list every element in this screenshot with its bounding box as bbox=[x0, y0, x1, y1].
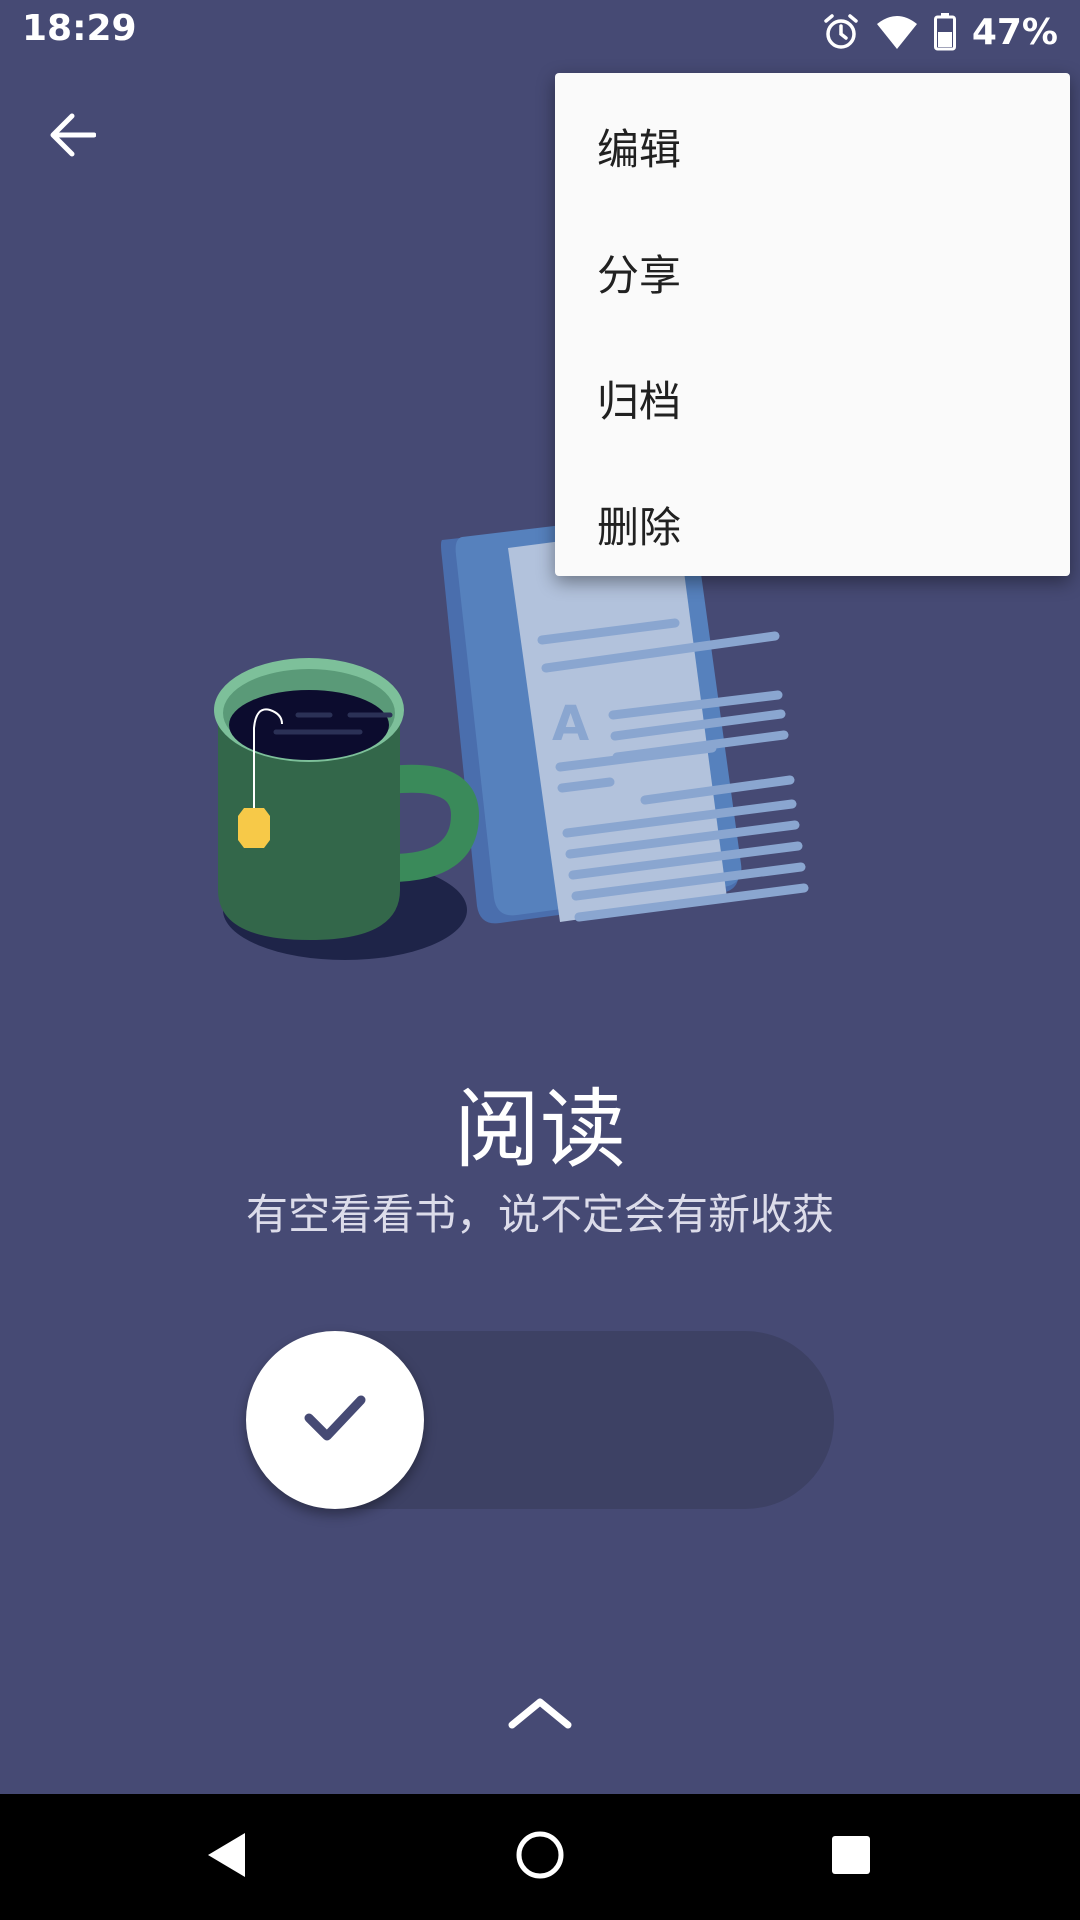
status-icons: 47% bbox=[822, 8, 1058, 56]
menu-item-share[interactable]: 分享 bbox=[555, 209, 1070, 335]
reading-illustration: A bbox=[190, 510, 930, 1070]
home-circle-icon bbox=[515, 1830, 565, 1884]
menu-item-edit[interactable]: 编辑 bbox=[555, 83, 1070, 209]
nav-back-button[interactable] bbox=[186, 1822, 266, 1892]
back-button[interactable] bbox=[30, 95, 114, 179]
navigation-bar bbox=[0, 1794, 1080, 1920]
swipe-knob[interactable] bbox=[246, 1331, 424, 1509]
nav-home-button[interactable] bbox=[500, 1822, 580, 1892]
menu-item-archive[interactable]: 归档 bbox=[555, 335, 1070, 461]
battery-percent: 47% bbox=[971, 11, 1058, 53]
menu-item-delete[interactable]: 删除 bbox=[555, 461, 1070, 587]
status-bar: 18:29 47% bbox=[0, 0, 1080, 64]
chevron-up-icon bbox=[507, 1696, 573, 1734]
page-subtitle: 有空看看书，说不定会有新收获 bbox=[245, 1190, 834, 1239]
alarm-icon bbox=[822, 13, 860, 51]
status-time: 18:29 bbox=[22, 8, 137, 49]
nav-recents-button[interactable] bbox=[811, 1822, 891, 1892]
recents-square-icon bbox=[830, 1834, 872, 1880]
arrow-left-icon bbox=[48, 113, 97, 161]
overflow-menu: 编辑 分享 归档 删除 bbox=[555, 73, 1070, 576]
checkmark-icon bbox=[303, 1392, 367, 1448]
screen: 18:29 47% A 阅读 有空看看书，说不定会有新收获 编辑 分享 归档 删… bbox=[0, 0, 1080, 1920]
page-title: 阅读 bbox=[454, 1080, 626, 1180]
illustration-letter: A bbox=[552, 696, 589, 752]
battery-icon bbox=[933, 13, 956, 51]
back-triangle-icon bbox=[205, 1831, 247, 1883]
expand-up-button[interactable] bbox=[500, 1690, 580, 1740]
wifi-icon bbox=[876, 14, 918, 50]
